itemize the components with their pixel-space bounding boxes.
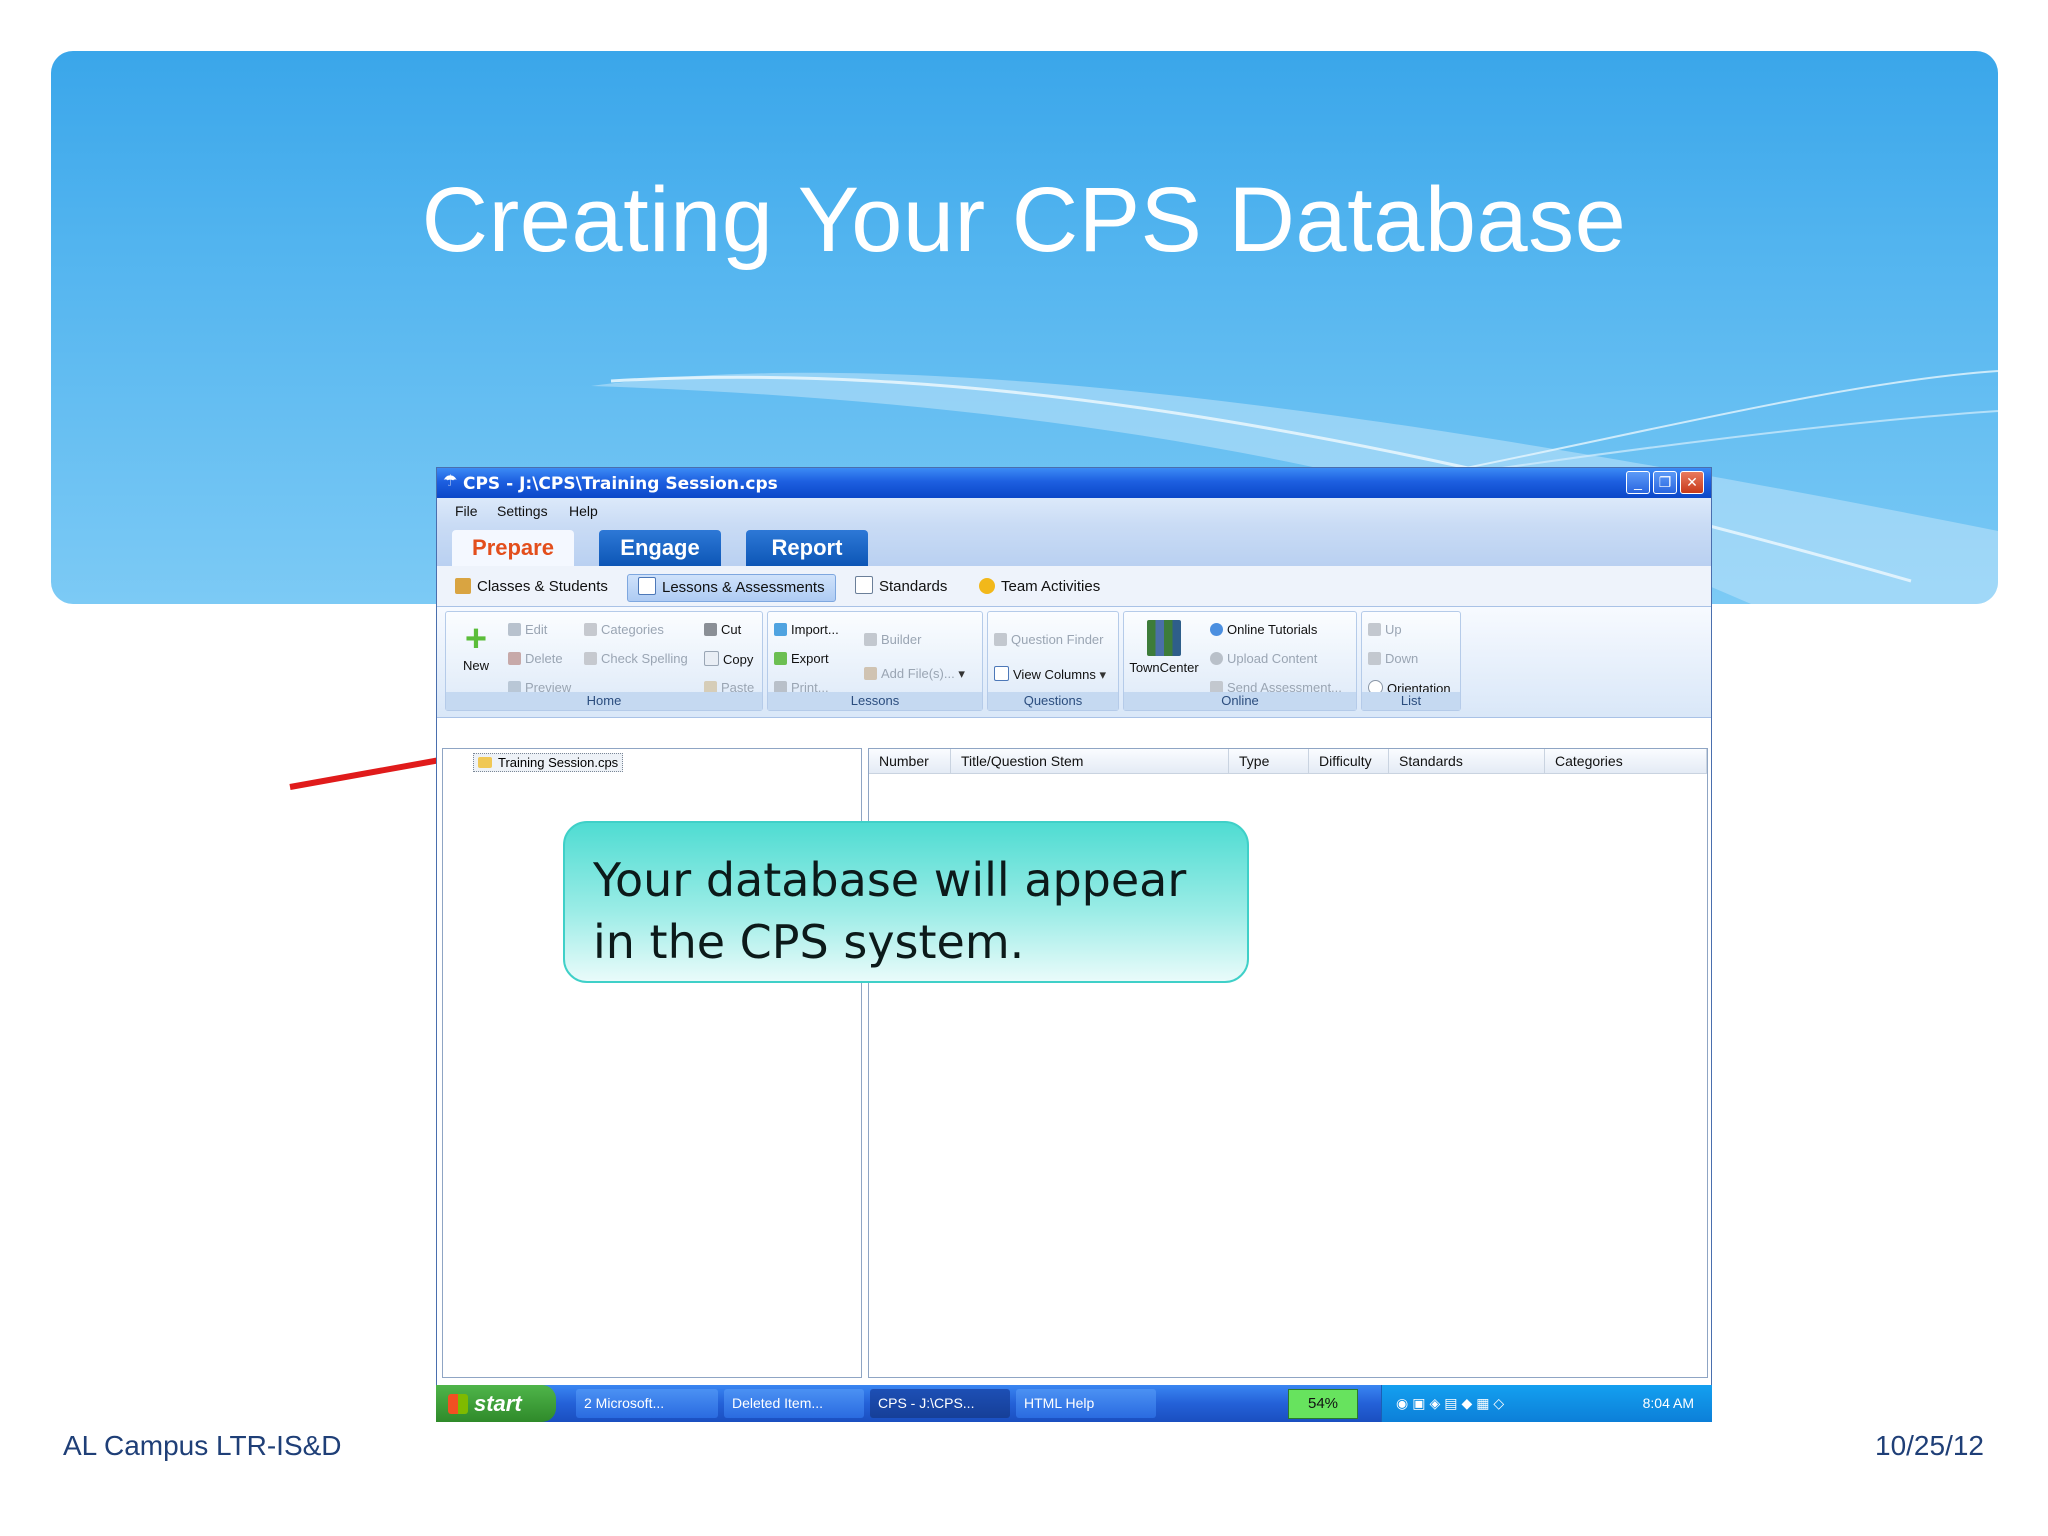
list-group-label: List bbox=[1362, 692, 1460, 710]
sub-tab-strip: Classes & Students Lessons & Assessments… bbox=[437, 566, 1711, 607]
home-group-label: Home bbox=[446, 692, 762, 710]
builder-button[interactable]: Builder bbox=[864, 632, 921, 647]
taskbar-item-deleted-items[interactable]: Deleted Item... bbox=[724, 1389, 864, 1418]
start-button[interactable]: start bbox=[436, 1385, 556, 1422]
chevron-down-icon: ▾ bbox=[958, 666, 965, 681]
delete-button[interactable]: Delete bbox=[508, 651, 563, 666]
import-button[interactable]: Import... bbox=[774, 622, 839, 637]
question-finder-button[interactable]: Question Finder bbox=[994, 632, 1104, 647]
builder-icon bbox=[864, 633, 877, 646]
restore-button[interactable]: ❐ bbox=[1653, 471, 1677, 494]
menu-help[interactable]: Help bbox=[569, 503, 598, 519]
menu-settings[interactable]: Settings bbox=[497, 503, 548, 519]
menu-file[interactable]: File bbox=[455, 503, 478, 519]
main-tab-strip: Prepare Engage Report bbox=[437, 524, 1711, 566]
up-button[interactable]: Up bbox=[1368, 622, 1402, 637]
copy-button[interactable]: Copy bbox=[704, 651, 753, 667]
taskbar-item-html-help[interactable]: HTML Help bbox=[1016, 1389, 1156, 1418]
down-button[interactable]: Down bbox=[1368, 651, 1418, 666]
plus-icon: + bbox=[464, 618, 488, 660]
window-title-bar[interactable]: ☂ CPS - J:\CPS\Training Session.cps _ ❐ … bbox=[437, 468, 1711, 498]
system-tray: ◉▣◈▤◆▦◇ 8:04 AM bbox=[1381, 1385, 1712, 1422]
window-title: CPS - J:\CPS\Training Session.cps bbox=[463, 474, 778, 494]
info-callout: Your database will appear in the CPS sys… bbox=[563, 821, 1249, 983]
subtab-classes-students[interactable]: Classes & Students bbox=[455, 574, 608, 600]
column-title-question-stem[interactable]: Title/Question Stem bbox=[951, 749, 1229, 773]
subtab-team-activities[interactable]: Team Activities bbox=[979, 574, 1100, 600]
pencil-icon bbox=[508, 623, 521, 636]
taskbar-clock: 8:04 AM bbox=[1642, 1395, 1694, 1411]
chevron-down-icon: ▾ bbox=[1099, 667, 1107, 682]
column-categories[interactable]: Categories bbox=[1545, 749, 1707, 773]
copy-icon bbox=[704, 651, 719, 666]
towncenter-button[interactable]: TownCenter bbox=[1128, 620, 1200, 675]
windows-logo-icon bbox=[448, 1394, 468, 1414]
upload-icon bbox=[1210, 652, 1223, 665]
delete-icon bbox=[508, 652, 521, 665]
questions-group-label: Questions bbox=[988, 692, 1118, 710]
columns-icon bbox=[994, 666, 1009, 681]
close-icon: ✕ bbox=[1686, 474, 1698, 490]
ribbon-toolbar: + New Edit Delete Preview Categories Che… bbox=[437, 607, 1711, 718]
close-button[interactable]: ✕ bbox=[1680, 471, 1704, 494]
globe-icon bbox=[1210, 623, 1223, 636]
upload-content-button[interactable]: Upload Content bbox=[1210, 651, 1317, 666]
column-header-row: Number Title/Question Stem Type Difficul… bbox=[869, 749, 1707, 774]
tab-report[interactable]: Report bbox=[746, 530, 868, 566]
lessons-icon bbox=[638, 577, 656, 595]
subtab-standards[interactable]: Standards bbox=[855, 574, 947, 600]
battery-indicator: 54% bbox=[1288, 1389, 1358, 1419]
footer-organization: AL Campus LTR-IS&D bbox=[63, 1430, 342, 1461]
categories-icon bbox=[584, 623, 597, 636]
export-icon bbox=[774, 652, 787, 665]
view-columns-button[interactable]: View Columns ▾ bbox=[994, 666, 1106, 683]
footer-date: 10/25/12 bbox=[1875, 1430, 1984, 1461]
subtab-lessons-assessments[interactable]: Lessons & Assessments bbox=[627, 574, 836, 602]
tab-prepare[interactable]: Prepare bbox=[452, 530, 574, 566]
magnifier-icon bbox=[994, 633, 1007, 646]
standards-icon bbox=[855, 576, 873, 594]
minimize-button[interactable]: _ bbox=[1626, 471, 1650, 494]
add-file-icon bbox=[864, 667, 877, 680]
arrow-up-icon bbox=[1368, 623, 1381, 636]
categories-button[interactable]: Categories bbox=[584, 622, 664, 637]
cut-button[interactable]: Cut bbox=[704, 622, 741, 637]
lessons-group-label: Lessons bbox=[768, 692, 982, 710]
scissors-icon bbox=[704, 623, 717, 636]
edit-button[interactable]: Edit bbox=[508, 622, 547, 637]
arrow-down-icon bbox=[1368, 652, 1381, 665]
check-spelling-button[interactable]: Check Spelling bbox=[584, 651, 688, 666]
ribbon-group-list: Up Down Orientation List bbox=[1361, 611, 1461, 711]
tab-engage[interactable]: Engage bbox=[599, 530, 721, 566]
new-button[interactable]: + New bbox=[456, 620, 496, 673]
ribbon-group-online: TownCenter Online Tutorials Upload Conte… bbox=[1123, 611, 1357, 711]
minimize-icon: _ bbox=[1634, 474, 1642, 490]
students-icon bbox=[455, 578, 471, 594]
spelling-icon bbox=[584, 652, 597, 665]
menu-bar: File Settings Help bbox=[437, 498, 1711, 524]
ribbon-group-questions: Question Finder View Columns ▾ Questions bbox=[987, 611, 1119, 711]
add-files-button[interactable]: Add File(s)... ▾ bbox=[864, 666, 965, 682]
ribbon-group-lessons: Import... Export Print... Builder Add Fi… bbox=[767, 611, 983, 711]
column-standards[interactable]: Standards bbox=[1389, 749, 1545, 773]
column-number[interactable]: Number bbox=[869, 749, 951, 773]
callout-text: Your database will appear in the CPS sys… bbox=[593, 853, 1187, 969]
tray-icons: ◉▣◈▤◆▦◇ bbox=[1396, 1395, 1509, 1411]
online-tutorials-button[interactable]: Online Tutorials bbox=[1210, 622, 1317, 637]
windows-taskbar: start 2 Microsoft... Deleted Item... CPS… bbox=[436, 1385, 1712, 1422]
star-icon bbox=[979, 578, 995, 594]
folder-icon bbox=[478, 757, 492, 768]
export-button[interactable]: Export bbox=[774, 651, 829, 666]
import-icon bbox=[774, 623, 787, 636]
taskbar-item-microsoft[interactable]: 2 Microsoft... bbox=[576, 1389, 718, 1418]
taskbar-item-cps[interactable]: CPS - J:\CPS... bbox=[870, 1389, 1010, 1418]
cps-app-icon: ☂ bbox=[443, 473, 458, 490]
online-group-label: Online bbox=[1124, 692, 1356, 710]
restore-icon: ❐ bbox=[1658, 474, 1672, 490]
column-difficulty[interactable]: Difficulty bbox=[1309, 749, 1389, 773]
tree-item-training-session[interactable]: Training Session.cps bbox=[473, 753, 624, 772]
column-type[interactable]: Type bbox=[1229, 749, 1309, 773]
books-icon bbox=[1147, 620, 1181, 656]
ribbon-group-home: + New Edit Delete Preview Categories Che… bbox=[445, 611, 763, 711]
